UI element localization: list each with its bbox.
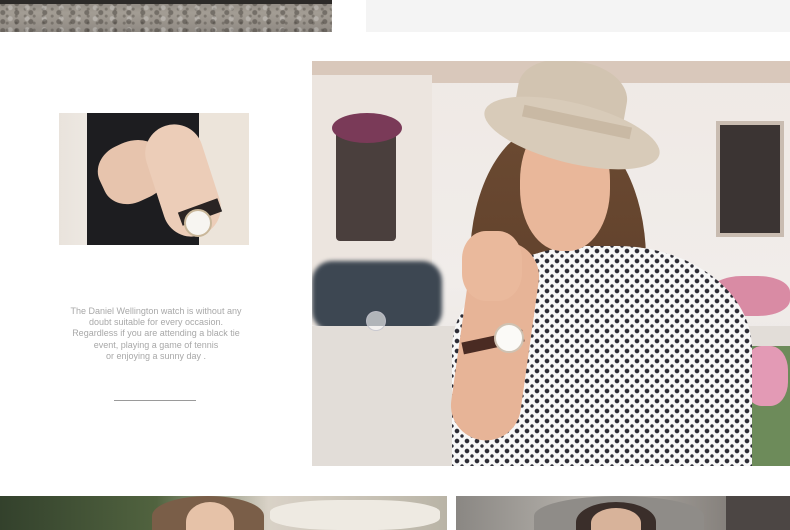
top-stone-photo	[0, 0, 332, 32]
white-flowers	[270, 500, 440, 530]
caption-line: or enjoying a sunny day .	[105, 350, 207, 361]
top-gap	[332, 0, 366, 32]
watch-face	[184, 209, 212, 237]
watch-face	[494, 323, 524, 353]
window-flowers	[332, 113, 402, 143]
bubble	[366, 311, 386, 331]
background-window	[726, 496, 790, 530]
window-right	[716, 121, 784, 237]
caption-line: doubt suitable for every occasion.	[88, 317, 224, 328]
watch-closeup-photo	[59, 113, 249, 245]
top-photo-edge	[0, 0, 332, 4]
caption-line: The Daniel Wellington watch is without a…	[70, 306, 242, 316]
model-wearing-watch-photo	[312, 61, 790, 466]
bottom-right-photo	[456, 496, 790, 530]
caption-line: Regardless if you are attending a black …	[72, 328, 240, 339]
model-hand	[462, 231, 522, 301]
bottom-left-photo	[0, 496, 447, 530]
caption-divider	[114, 400, 196, 401]
caption-line: event, playing a game of tennis	[93, 339, 219, 350]
product-caption: The Daniel Wellington watch is without a…	[60, 306, 252, 362]
person-face	[591, 508, 641, 530]
